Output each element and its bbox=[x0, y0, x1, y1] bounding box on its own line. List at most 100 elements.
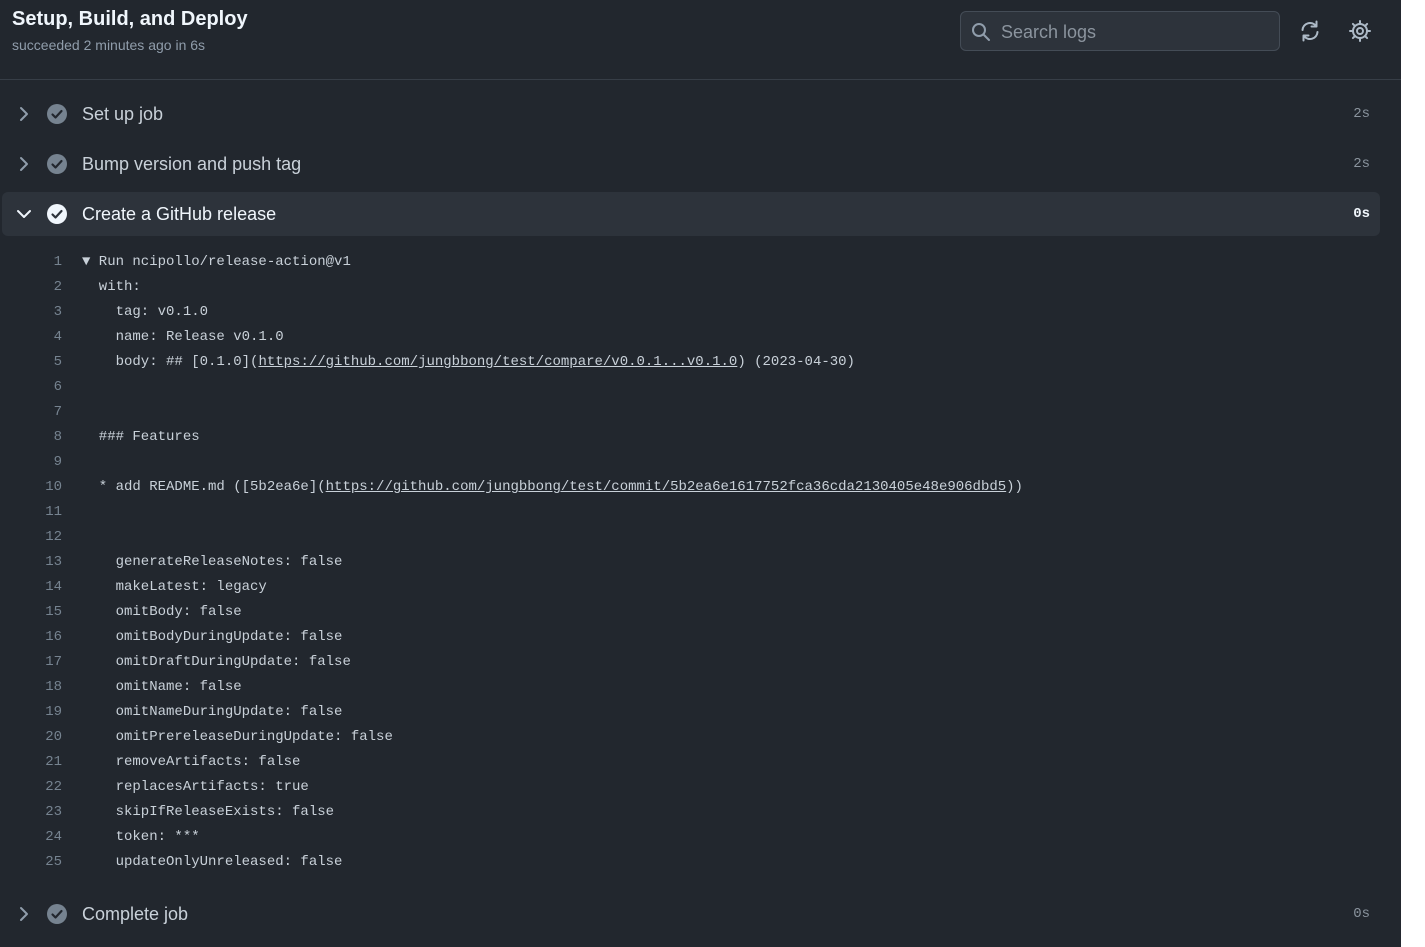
settings-button[interactable] bbox=[1347, 18, 1373, 44]
log-line: 18 omitName: false bbox=[0, 675, 1390, 700]
log-line-number[interactable]: 14 bbox=[0, 575, 62, 600]
log-line-number[interactable]: 19 bbox=[0, 700, 62, 725]
log-text-segment: with: bbox=[82, 279, 141, 295]
search-logs-box[interactable] bbox=[960, 11, 1280, 52]
search-logs-input[interactable] bbox=[999, 12, 1273, 52]
log-line-number[interactable]: 9 bbox=[0, 450, 62, 475]
log-line-number[interactable]: 23 bbox=[0, 800, 62, 825]
chevron-down-icon bbox=[17, 210, 31, 218]
log-link[interactable]: https://github.com/jungbbong/test/commit… bbox=[326, 479, 1007, 495]
step-name: Set up job bbox=[82, 104, 164, 124]
step-name: Bump version and push tag bbox=[82, 154, 302, 174]
log-line: 25 updateOnlyUnreleased: false bbox=[0, 850, 1390, 875]
log-text-segment: omitBodyDuringUpdate: false bbox=[82, 629, 343, 645]
step-set-up-job[interactable]: Set up job 2s bbox=[2, 92, 1380, 136]
log-line-text: omitBodyDuringUpdate: false bbox=[82, 625, 343, 650]
log-line-text: skipIfReleaseExists: false bbox=[82, 800, 334, 825]
log-line: 14 makeLatest: legacy bbox=[0, 575, 1390, 600]
log-line: 24 token: *** bbox=[0, 825, 1390, 850]
log-line-number[interactable]: 8 bbox=[0, 425, 62, 450]
log-line-number[interactable]: 18 bbox=[0, 675, 62, 700]
log-line-number[interactable]: 12 bbox=[0, 525, 62, 550]
log-line-number[interactable]: 3 bbox=[0, 300, 62, 325]
log-text-segment: omitBody: false bbox=[82, 604, 242, 620]
search-icon bbox=[972, 23, 990, 41]
log-text-segment: omitNameDuringUpdate: false bbox=[82, 704, 343, 720]
log-line-text: removeArtifacts: false bbox=[82, 750, 301, 775]
step-duration: 2s bbox=[1353, 156, 1370, 172]
log-line-number[interactable]: 2 bbox=[0, 275, 62, 300]
log-line-text: replacesArtifacts: true bbox=[82, 775, 309, 800]
step-log-output: 1 ▼ Run ncipollo/release-action@v1 2 with:… bbox=[0, 250, 1390, 875]
log-line: 23 skipIfReleaseExists: false bbox=[0, 800, 1390, 825]
log-line-text: makeLatest: legacy bbox=[82, 575, 267, 600]
log-line: 5 body: ## [0.1.0](https://github.com/ju… bbox=[0, 350, 1390, 375]
log-line-text: name: Release v0.1.0 bbox=[82, 325, 284, 350]
log-line-number[interactable]: 25 bbox=[0, 850, 62, 875]
log-line: 7 bbox=[0, 400, 1390, 425]
job-title: Setup, Build, and Deploy bbox=[12, 8, 248, 30]
chevron-right-icon bbox=[20, 107, 28, 121]
log-line: 4 name: Release v0.1.0 bbox=[0, 325, 1390, 350]
log-line-number[interactable]: 17 bbox=[0, 650, 62, 675]
log-line-text: omitName: false bbox=[82, 675, 242, 700]
step-name: Complete job bbox=[82, 904, 189, 924]
log-line: 13 generateReleaseNotes: false bbox=[0, 550, 1390, 575]
log-line: 12 bbox=[0, 525, 1390, 550]
log-line: 6 bbox=[0, 375, 1390, 400]
log-line-number[interactable]: 10 bbox=[0, 475, 62, 500]
step-create-github-release[interactable]: Create a GitHub release 0s bbox=[2, 192, 1380, 236]
step-complete-job[interactable]: Complete job 0s bbox=[2, 892, 1380, 936]
log-line-number[interactable]: 4 bbox=[0, 325, 62, 350]
log-text-segment: updateOnlyUnreleased: false bbox=[82, 854, 343, 870]
log-line-number[interactable]: 1 bbox=[0, 250, 62, 275]
log-text-segment: generateReleaseNotes: false bbox=[82, 554, 343, 570]
log-line-text: ▼ Run ncipollo/release-action@v1 bbox=[82, 250, 351, 275]
log-text-segment: body: ## [0.1.0]( bbox=[82, 354, 259, 370]
log-line-text: omitPrereleaseDuringUpdate: false bbox=[82, 725, 393, 750]
step-duration: 0s bbox=[1353, 906, 1370, 922]
log-line-number[interactable]: 7 bbox=[0, 400, 62, 425]
log-line: 16 omitBodyDuringUpdate: false bbox=[0, 625, 1390, 650]
log-line: 2 with: bbox=[0, 275, 1390, 300]
log-line-number[interactable]: 20 bbox=[0, 725, 62, 750]
refresh-button[interactable] bbox=[1297, 18, 1323, 44]
log-line: 10 * add README.md ([5b2ea6e](https://gi… bbox=[0, 475, 1390, 500]
log-line-text: omitDraftDuringUpdate: false bbox=[82, 650, 351, 675]
log-line-text: ### Features bbox=[82, 425, 200, 450]
log-line: 21 removeArtifacts: false bbox=[0, 750, 1390, 775]
log-line-number[interactable]: 22 bbox=[0, 775, 62, 800]
log-line-number[interactable]: 24 bbox=[0, 825, 62, 850]
log-line-number[interactable]: 11 bbox=[0, 500, 62, 525]
log-line: 11 bbox=[0, 500, 1390, 525]
log-text-segment: ### Features bbox=[82, 429, 200, 445]
check-circle-icon bbox=[47, 204, 67, 224]
log-line: 17 omitDraftDuringUpdate: false bbox=[0, 650, 1390, 675]
chevron-right-icon bbox=[20, 157, 28, 171]
log-line-number[interactable]: 16 bbox=[0, 625, 62, 650]
log-line: 20 omitPrereleaseDuringUpdate: false bbox=[0, 725, 1390, 750]
log-link[interactable]: https://github.com/jungbbong/test/compar… bbox=[258, 354, 737, 370]
log-line-number[interactable]: 6 bbox=[0, 375, 62, 400]
step-duration: 0s bbox=[1353, 206, 1370, 222]
log-line-text: token: *** bbox=[82, 825, 200, 850]
log-line: 22 replacesArtifacts: true bbox=[0, 775, 1390, 800]
step-bump-version[interactable]: Bump version and push tag 2s bbox=[2, 142, 1380, 186]
log-text-segment: skipIfReleaseExists: false bbox=[82, 804, 335, 820]
log-line-number[interactable]: 5 bbox=[0, 350, 62, 375]
log-text-segment: ▼ Run ncipollo/release-action@v1 bbox=[82, 254, 351, 270]
log-line-number[interactable]: 21 bbox=[0, 750, 62, 775]
log-text-segment: removeArtifacts: false bbox=[82, 754, 301, 770]
log-line-number[interactable]: 15 bbox=[0, 600, 62, 625]
log-line: 9 bbox=[0, 450, 1390, 475]
check-circle-icon bbox=[47, 904, 67, 924]
step-duration: 2s bbox=[1353, 106, 1370, 122]
log-line: 8 ### Features bbox=[0, 425, 1390, 450]
log-line: 3 tag: v0.1.0 bbox=[0, 300, 1390, 325]
log-text-segment: * add README.md ([5b2ea6e]( bbox=[82, 479, 326, 495]
job-header: Setup, Build, and Deploy succeeded 2 min… bbox=[0, 0, 1401, 80]
job-in-word: in bbox=[175, 37, 187, 53]
job-duration: 6s bbox=[190, 37, 206, 53]
log-line-number[interactable]: 13 bbox=[0, 550, 62, 575]
log-line-text: tag: v0.1.0 bbox=[82, 300, 208, 325]
